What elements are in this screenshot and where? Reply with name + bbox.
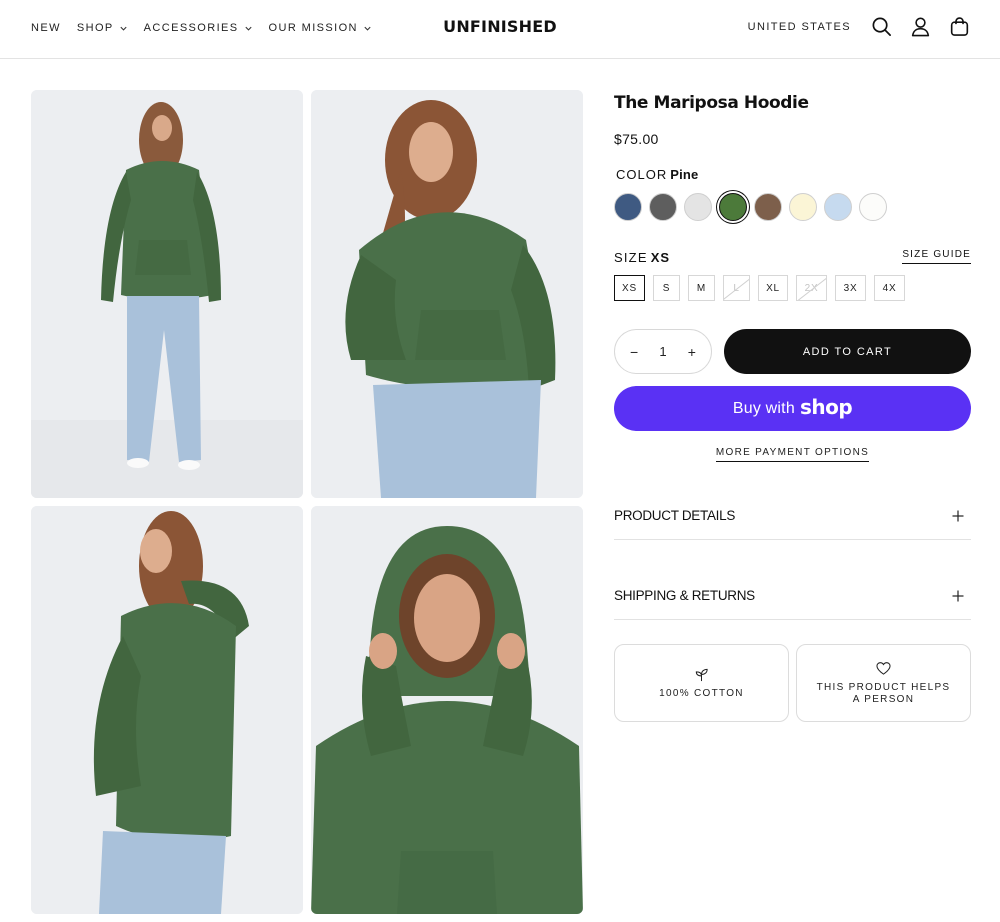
plus-icon bbox=[952, 590, 964, 601]
sprout-icon bbox=[695, 668, 708, 681]
swatch-charcoal[interactable] bbox=[649, 193, 677, 221]
site-header: NEW SHOP ACCESSORIES OUR MISSION UNFINIS… bbox=[0, 0, 1000, 59]
header-actions: UNITED STATES bbox=[748, 16, 970, 37]
feature-card-cotton: 100% COTTON bbox=[614, 644, 789, 722]
swatch-sky[interactable] bbox=[824, 193, 852, 221]
size-option-xl[interactable]: XL bbox=[758, 275, 788, 301]
product-photo-front-closeup[interactable] bbox=[311, 90, 583, 498]
buy-with-shop-button[interactable]: Buy with shop bbox=[614, 386, 971, 431]
heart-icon bbox=[876, 661, 891, 675]
swatch-mocha[interactable] bbox=[754, 193, 782, 221]
color-selected-value: Pine bbox=[670, 167, 699, 182]
size-label-text: SIZE bbox=[614, 250, 648, 265]
size-selected-value: XS bbox=[650, 250, 671, 265]
product-photo-hood-up-image bbox=[311, 506, 583, 914]
shop-pay-logo: shop bbox=[799, 395, 853, 419]
size-label: SIZE XS bbox=[614, 250, 670, 265]
swatch-navy[interactable] bbox=[614, 193, 642, 221]
accordion-label: SHIPPING & RETURNS bbox=[614, 588, 755, 603]
color-label-text: COLOR bbox=[616, 167, 668, 182]
search-icon[interactable] bbox=[871, 16, 892, 37]
product-photo-hood-up[interactable] bbox=[311, 506, 583, 914]
product-photo-front-image bbox=[31, 90, 303, 498]
country-selector[interactable]: UNITED STATES bbox=[748, 21, 851, 33]
size-options: XS S M L XL 2X 3X 4X bbox=[614, 275, 905, 301]
more-payment-options-link[interactable]: MORE PAYMENT OPTIONS bbox=[715, 447, 870, 462]
swatch-white[interactable] bbox=[859, 193, 887, 221]
quantity-increase-button[interactable]: + bbox=[688, 344, 696, 360]
product-photo-front[interactable] bbox=[31, 90, 303, 498]
cart-bag-icon[interactable] bbox=[949, 16, 970, 37]
add-to-cart-button[interactable]: ADD TO CART bbox=[724, 329, 971, 374]
size-option-s[interactable]: S bbox=[653, 275, 680, 301]
more-payment-options: MORE PAYMENT OPTIONS bbox=[614, 442, 971, 462]
size-guide-link[interactable]: SIZE GUIDE bbox=[902, 249, 971, 264]
accordion-shipping-returns[interactable]: SHIPPING & RETURNS bbox=[614, 572, 971, 620]
quantity-decrease-button[interactable]: − bbox=[630, 344, 638, 360]
size-option-3x[interactable]: 3X bbox=[835, 275, 866, 301]
feature-text: THIS PRODUCT HELPS A PERSON bbox=[816, 681, 951, 705]
account-icon[interactable] bbox=[910, 16, 931, 37]
size-option-4x[interactable]: 4X bbox=[874, 275, 905, 301]
size-option-m[interactable]: M bbox=[688, 275, 715, 301]
size-option-xs[interactable]: XS bbox=[614, 275, 645, 301]
size-option-l[interactable]: L bbox=[723, 275, 750, 301]
product-photo-front-closeup-image bbox=[311, 90, 583, 498]
buy-with-label: Buy with bbox=[732, 399, 795, 417]
size-option-2x[interactable]: 2X bbox=[796, 275, 827, 301]
accordion-product-details[interactable]: PRODUCT DETAILS bbox=[614, 492, 971, 540]
swatch-heather[interactable] bbox=[684, 193, 712, 221]
swatch-cream[interactable] bbox=[789, 193, 817, 221]
plus-icon bbox=[952, 510, 964, 521]
color-swatches bbox=[614, 193, 887, 221]
product-price: $75.00 bbox=[614, 131, 659, 147]
feature-card-helps-person: THIS PRODUCT HELPS A PERSON bbox=[796, 644, 971, 722]
feature-text: 100% COTTON bbox=[659, 687, 744, 699]
product-photo-back-image bbox=[31, 506, 303, 914]
quantity-value[interactable]: 1 bbox=[659, 344, 666, 359]
swatch-pine[interactable] bbox=[719, 193, 747, 221]
accordion-label: PRODUCT DETAILS bbox=[614, 508, 736, 523]
product-photo-back[interactable] bbox=[31, 506, 303, 914]
quantity-stepper: − 1 + bbox=[614, 329, 712, 374]
color-label: COLOR Pine bbox=[616, 167, 699, 182]
brand-logo-text: UNFINISHED bbox=[443, 17, 557, 36]
product-title: The Mariposa Hoodie bbox=[614, 93, 809, 113]
